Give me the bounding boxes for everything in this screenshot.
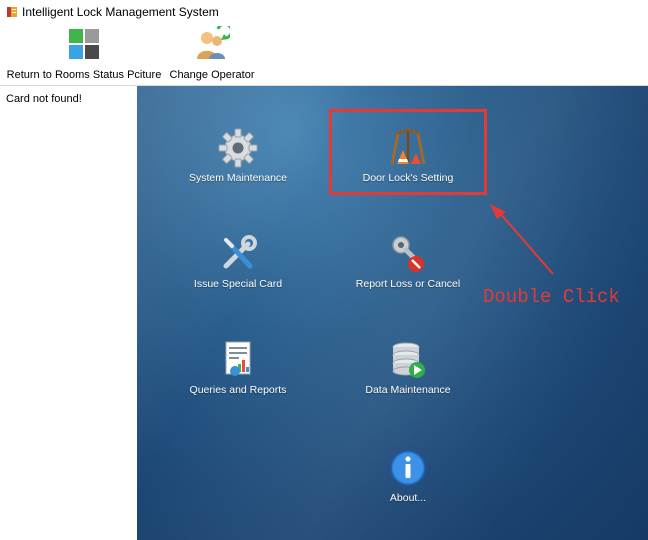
about-tile[interactable]: About... [328,448,488,528]
app-icon [7,7,17,17]
return-to-rooms-label: Return to Rooms Status Pciture [6,69,162,81]
report-loss-tile[interactable]: Report Loss or Cancel [328,234,488,314]
title-bar: Intelligent Lock Management System [0,0,648,24]
system-maintenance-tile[interactable]: System Maintenance [158,128,318,208]
toolbar: Return to Rooms Status Pciture Change Op… [0,24,648,84]
change-operator-button[interactable]: Change Operator [168,26,256,82]
door-lock-setting-label: Door Lock's Setting [362,172,454,184]
system-maintenance-label: System Maintenance [188,172,288,184]
left-panel: Card not found! [0,86,137,540]
tools-icon [223,235,257,269]
return-to-rooms-button[interactable]: Return to Rooms Status Pciture [6,26,162,82]
main-menu-area: System Maintenance Door Lock's Setting I… [137,86,648,540]
window-title: Intelligent Lock Management System [22,5,219,19]
double-click-annotation: Double Click [483,286,620,308]
key-cancel-icon [392,236,424,272]
issue-special-card-tile[interactable]: Issue Special Card [158,234,318,314]
queries-reports-label: Queries and Reports [189,384,287,396]
door-lock-setting-tile[interactable]: Door Lock's Setting [328,128,488,208]
rooms-grid-icon [69,29,99,59]
info-icon [390,450,426,486]
change-operator-label: Change Operator [169,69,255,81]
gear-icon [218,128,258,168]
database-icon [392,342,425,378]
report-icon [225,341,251,376]
report-loss-label: Report Loss or Cancel [355,278,461,290]
issue-special-card-label: Issue Special Card [193,278,283,290]
data-maintenance-label: Data Maintenance [365,384,451,396]
change-operator-icon [197,26,230,59]
card-status-text: Card not found! [6,93,82,105]
queries-reports-tile[interactable]: Queries and Reports [158,340,318,420]
data-maintenance-tile[interactable]: Data Maintenance [328,340,488,420]
door-lock-setting-icon [390,128,426,165]
about-label: About... [389,492,427,504]
